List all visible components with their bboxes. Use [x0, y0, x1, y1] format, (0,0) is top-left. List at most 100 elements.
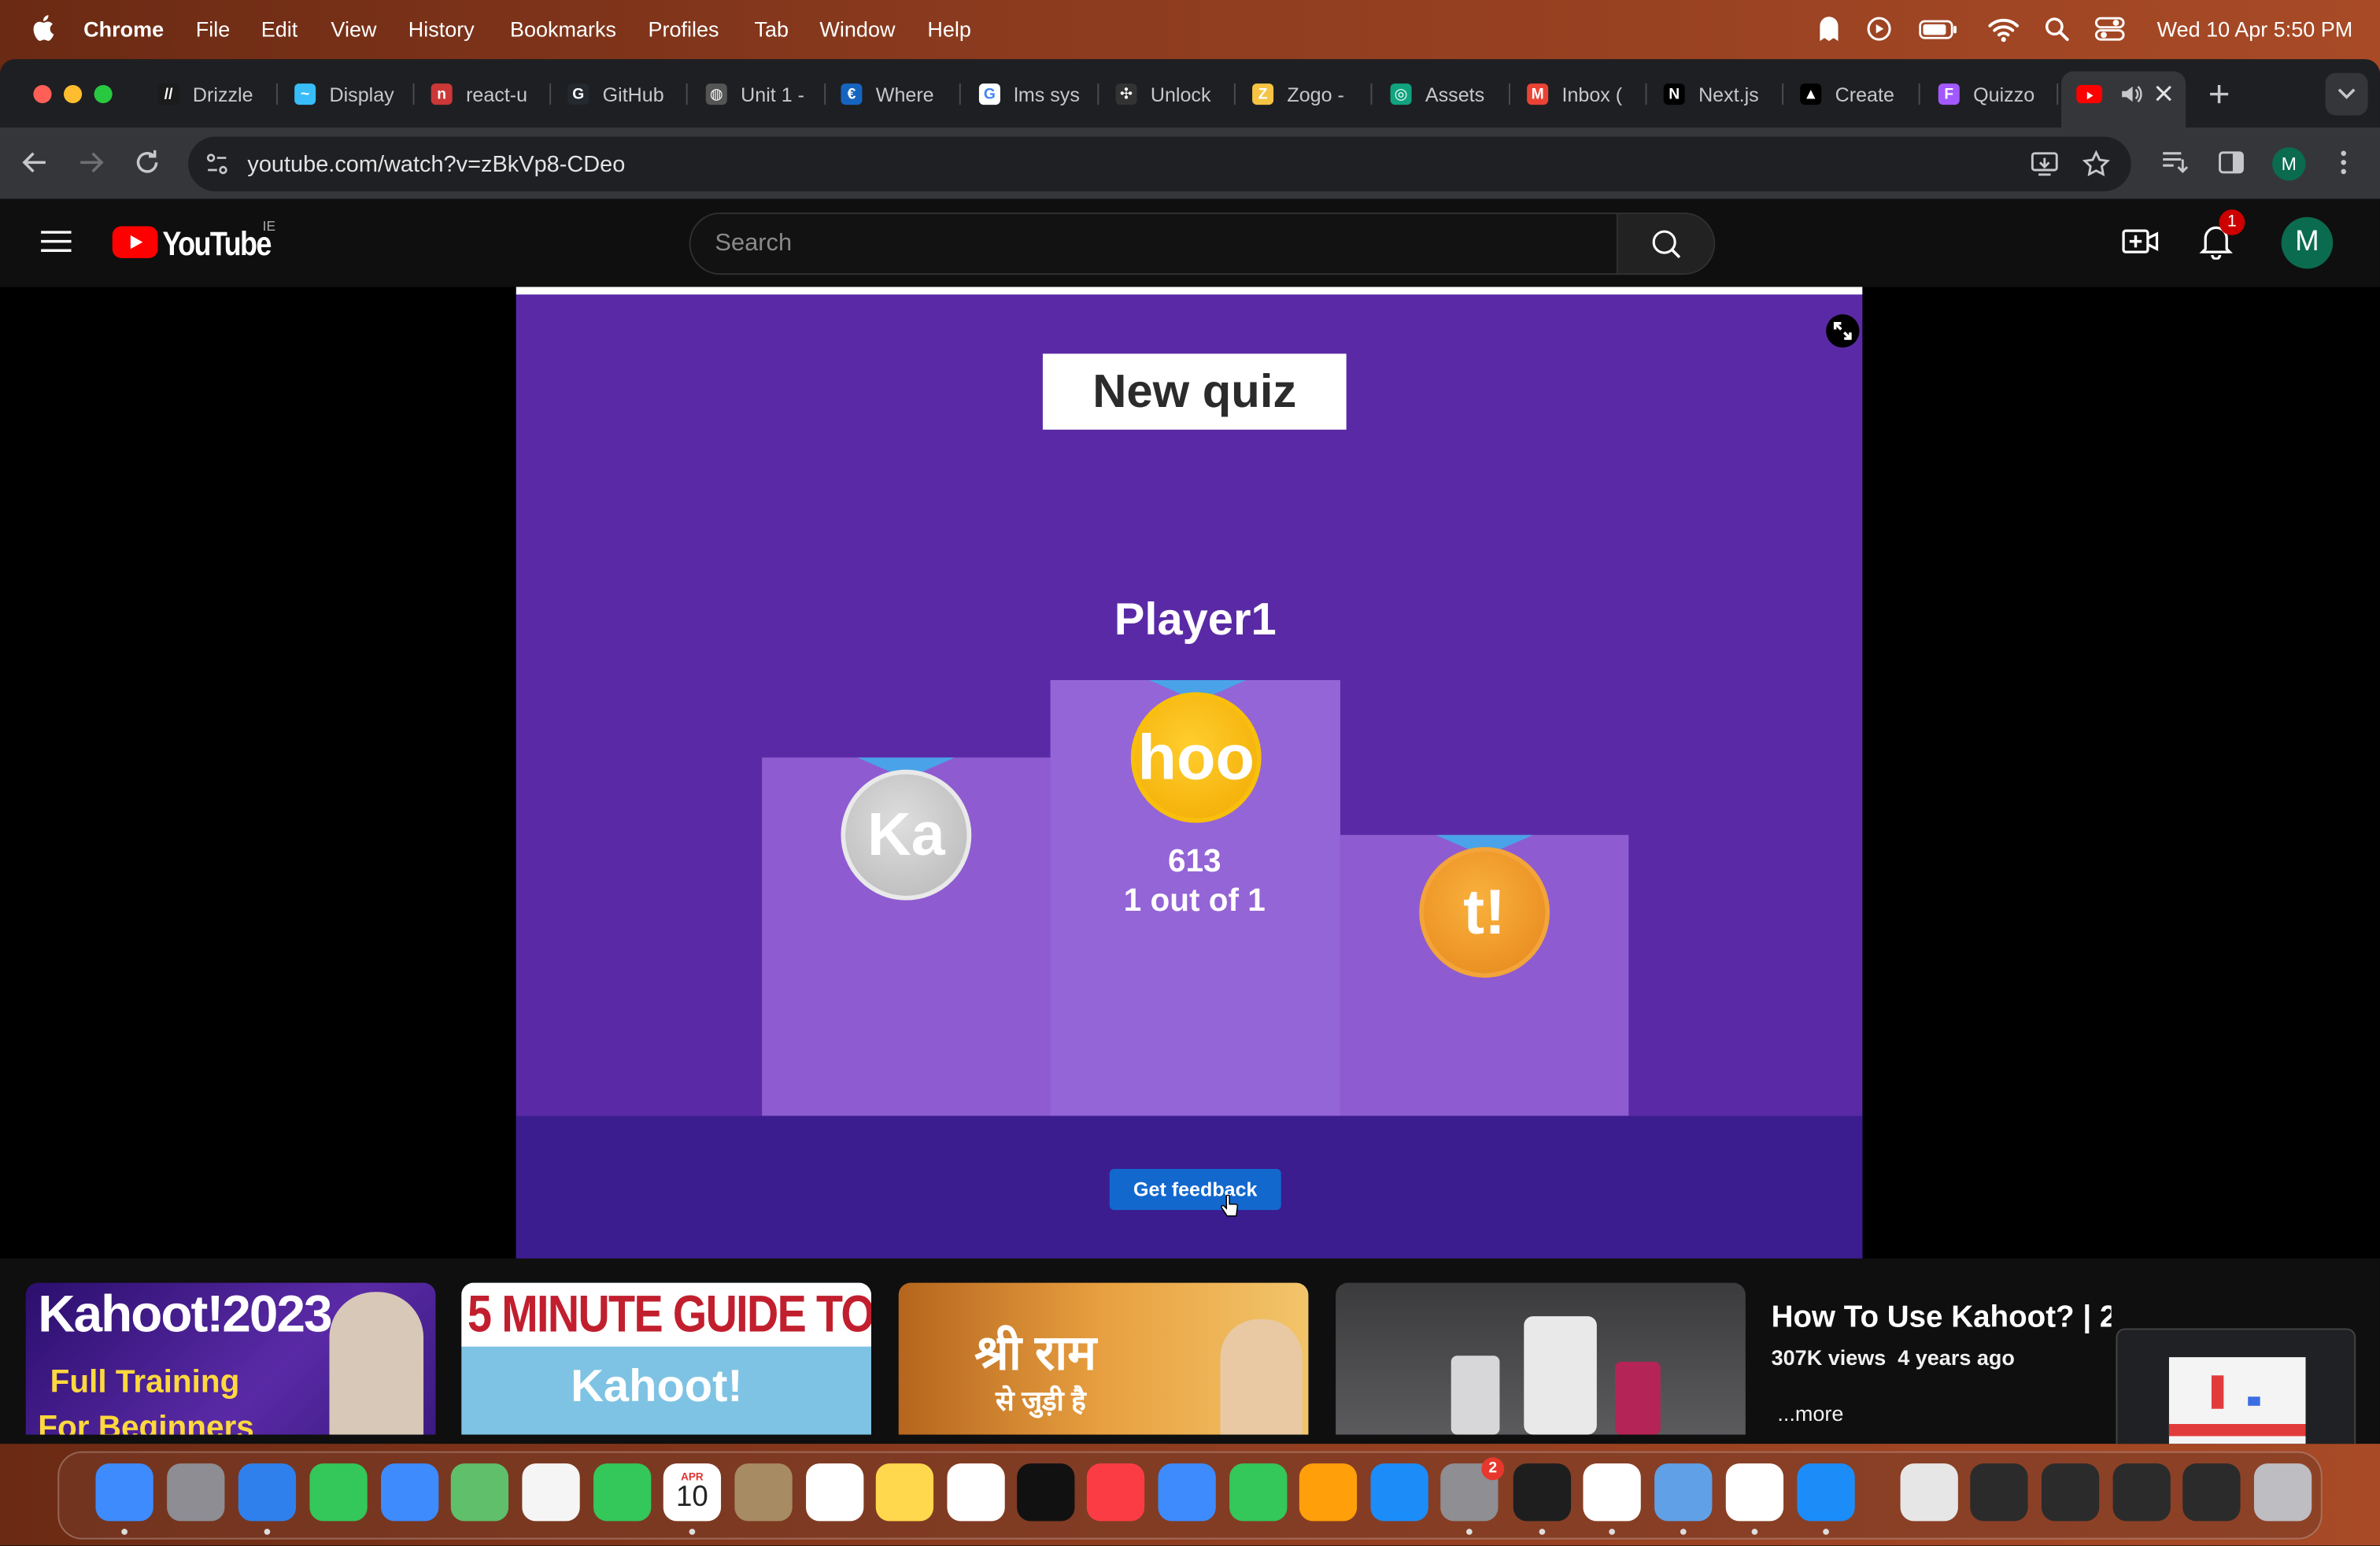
account-avatar[interactable]: M [2281, 216, 2334, 269]
xcode-instruments-icon[interactable] [1797, 1463, 1855, 1522]
tab-where[interactable]: € Where [841, 74, 961, 113]
trash-icon[interactable] [2253, 1463, 2312, 1522]
app-store-icon[interactable] [1370, 1463, 1428, 1522]
ghost-app-icon[interactable] [1816, 13, 1843, 44]
battery-icon[interactable] [1917, 13, 1960, 44]
finder-icon[interactable] [95, 1463, 153, 1522]
system-settings-icon[interactable]: 2 [1440, 1457, 1505, 1522]
menu-file[interactable]: File [196, 17, 231, 41]
window-3-icon[interactable] [2112, 1463, 2171, 1522]
menu-view[interactable]: View [331, 17, 376, 41]
mail-icon[interactable] [381, 1463, 439, 1522]
hamburger-menu-icon[interactable] [41, 229, 72, 253]
recommendation-thumbnail-2[interactable]: 5 MINUTE GUIDE TO Kahoot! [461, 1282, 871, 1435]
music-icon[interactable] [1086, 1463, 1145, 1522]
zoom-window-button[interactable] [94, 84, 113, 104]
recommendation-thumbnail-1[interactable]: Kahoot!2023 Full Training For Beginners [25, 1282, 436, 1435]
launchpad-icon[interactable] [167, 1463, 225, 1522]
control-center-icon[interactable] [2093, 13, 2126, 44]
numbers-icon[interactable] [1229, 1463, 1288, 1522]
chrome-icon[interactable] [1725, 1463, 1784, 1522]
menu-window[interactable]: Window [819, 17, 895, 41]
keynote-icon[interactable] [1158, 1463, 1216, 1522]
get-feedback-button[interactable]: Get feedback [1109, 1168, 1281, 1211]
window-2-icon[interactable] [2041, 1463, 2100, 1522]
tab-create[interactable]: ▲ Create [1800, 74, 1920, 113]
expand-icon[interactable] [1826, 314, 1860, 348]
minimize-window-button[interactable] [63, 84, 83, 104]
play-circle-icon[interactable] [1865, 13, 1893, 44]
apple-tv-icon[interactable] [1017, 1463, 1075, 1522]
kebab-menu-icon[interactable] [2339, 149, 2349, 176]
speaker-audio-icon[interactable] [2119, 83, 2143, 105]
reload-icon[interactable] [134, 149, 161, 176]
maps-icon[interactable] [450, 1463, 509, 1522]
tab-inbox[interactable]: M Inbox ( [1527, 74, 1647, 113]
menu-help[interactable]: Help [927, 17, 971, 41]
install-app-icon[interactable] [2029, 150, 2060, 178]
new-tab-icon[interactable] [2208, 83, 2230, 105]
address-bar[interactable]: youtube.com/watch?v=zBkVp8-CDeo [188, 136, 2131, 191]
calendar-icon[interactable]: APR 10 [663, 1463, 722, 1522]
youtube-logo[interactable]: YouTube IE [112, 219, 279, 263]
tab-youtube-active[interactable] [2060, 71, 2186, 128]
create-video-icon[interactable] [2122, 226, 2159, 257]
tab-display[interactable]: ~ Display [294, 74, 415, 113]
url-text[interactable]: youtube.com/watch?v=zBkVp8-CDeo [247, 152, 625, 178]
more-link[interactable]: ...more [1777, 1401, 1843, 1426]
recommendation-title[interactable]: How To Use Kahoot? | 2023 [1772, 1301, 2112, 1336]
freeform-icon[interactable] [947, 1463, 1005, 1522]
notes-icon[interactable] [875, 1463, 934, 1522]
menu-app-name[interactable]: Chrome [83, 17, 164, 41]
apple-menu-icon[interactable] [31, 13, 55, 43]
tab-unit-1[interactable]: ◍ Unit 1 - [705, 74, 826, 113]
photos-icon[interactable] [522, 1463, 580, 1522]
site-settings-icon[interactable] [205, 152, 229, 176]
tab-drizzle[interactable]: // Drizzle [157, 74, 278, 113]
facetime-icon[interactable] [593, 1463, 652, 1522]
close-tab-icon[interactable] [2156, 85, 2172, 102]
close-window-button[interactable] [33, 84, 52, 104]
menu-profiles[interactable]: Profiles [648, 17, 719, 41]
silver-medal-icon: Ka [841, 769, 972, 901]
menu-edit[interactable]: Edit [261, 17, 298, 41]
pages-icon[interactable] [1299, 1463, 1358, 1522]
contacts-icon[interactable] [734, 1463, 793, 1522]
vscode-icon[interactable] [1583, 1463, 1641, 1522]
messages-icon[interactable] [309, 1463, 368, 1522]
bookmark-star-icon[interactable] [2082, 150, 2110, 178]
terminal-icon[interactable] [1513, 1463, 1572, 1522]
menu-bookmarks[interactable]: Bookmarks [510, 17, 616, 41]
back-arrow-icon[interactable] [21, 150, 49, 175]
menu-tab[interactable]: Tab [754, 17, 789, 41]
search-button[interactable] [1616, 212, 1716, 276]
tab-next-js[interactable]: N Next.js [1663, 74, 1784, 113]
reading-list-icon[interactable] [2161, 150, 2189, 175]
reminders-icon[interactable] [806, 1463, 864, 1522]
wifi-icon[interactable] [1986, 13, 2020, 44]
window-4-icon[interactable] [2182, 1463, 2241, 1522]
spotlight-search-icon[interactable] [2043, 13, 2071, 44]
tab-zogo[interactable]: Z Zogo - [1252, 74, 1373, 113]
recommendation-thumbnail-4[interactable] [1336, 1282, 1746, 1435]
tab-unlock[interactable]: ✣ Unlock [1115, 74, 1236, 113]
documents-stack-icon[interactable] [1900, 1463, 1958, 1522]
forward-arrow-icon[interactable] [77, 150, 105, 175]
tab-github[interactable]: G GitHub [567, 74, 688, 113]
search-field[interactable] [689, 212, 1618, 276]
menubar-clock[interactable]: Wed 10 Apr 5:50 PM [2157, 17, 2353, 41]
window-1-icon[interactable] [1970, 1463, 2028, 1522]
preview-icon[interactable] [1654, 1463, 1713, 1522]
tab-react-u[interactable]: n react-u [431, 74, 552, 113]
tab-lms-sys[interactable]: Glms sys [978, 74, 1099, 113]
tab-search-button[interactable] [2325, 72, 2368, 116]
side-panel-icon[interactable] [2218, 150, 2245, 175]
tab-quizzo[interactable]: F Quizzo [1938, 74, 2059, 113]
tab-assets[interactable]: ◎ Assets [1390, 74, 1510, 113]
menu-history[interactable]: History [408, 17, 475, 41]
video-frame[interactable]: New quiz Player1 hoo Ka t! 613 1 out of … [516, 287, 1863, 1259]
search-input[interactable] [715, 227, 1580, 261]
safari-icon[interactable] [238, 1463, 297, 1522]
recommendation-thumbnail-3[interactable]: श्री राम से जुड़ी है [898, 1282, 1309, 1435]
profile-avatar[interactable]: M [2272, 147, 2306, 181]
